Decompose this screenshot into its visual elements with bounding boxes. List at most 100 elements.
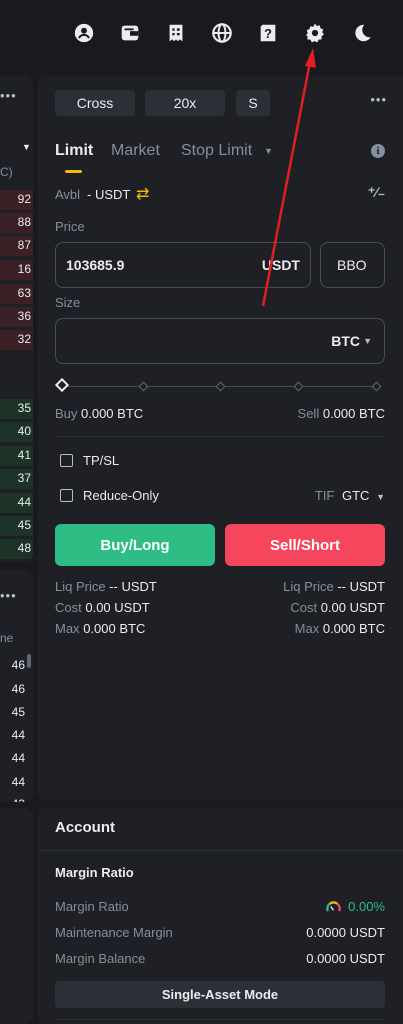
language-icon[interactable] xyxy=(209,20,235,46)
left-bottom-panel xyxy=(0,808,33,1024)
ask-row[interactable]: 87 xyxy=(0,236,33,256)
buy-cost: Cost 0.00 USDT xyxy=(55,600,150,615)
reduce-only-label[interactable]: Reduce-Only xyxy=(83,488,159,503)
sell-max-value: 0.000 BTC xyxy=(322,621,385,636)
trade-row: 46 xyxy=(11,658,25,672)
slider-mark-75[interactable] xyxy=(293,381,304,392)
bid-row[interactable]: 37 xyxy=(0,469,33,489)
bid-row[interactable]: 40 xyxy=(0,422,33,442)
position-mode-button[interactable]: S xyxy=(236,90,270,116)
calculator-icon[interactable]: ⁺∕₋ xyxy=(368,184,385,201)
tif-selector[interactable]: TIF GTC ▼ xyxy=(315,488,385,503)
tab-stop-limit[interactable]: Stop Limit xyxy=(181,142,252,160)
orderbook-menu-button[interactable]: ••• xyxy=(0,88,17,103)
tab-limit[interactable]: Limit xyxy=(55,142,93,160)
slider-mark-100[interactable] xyxy=(371,381,382,392)
size-slider[interactable] xyxy=(54,377,385,394)
slider-mark-25[interactable] xyxy=(138,381,149,392)
size-unit[interactable]: BTC xyxy=(331,333,360,349)
size-unit-chevron-down-icon[interactable]: ▼ xyxy=(363,336,372,346)
reduce-only-checkbox[interactable] xyxy=(60,489,73,502)
help-icon[interactable]: ? xyxy=(255,20,281,46)
account-icon[interactable] xyxy=(71,20,97,46)
sell-max: Max 0.000 BTC xyxy=(295,621,385,636)
price-value: 103685.9 xyxy=(66,257,125,273)
sell-short-button[interactable]: Sell/Short xyxy=(225,524,385,566)
trades-menu-button[interactable]: ••• xyxy=(0,588,17,603)
sell-amount-label: Sell xyxy=(297,406,320,421)
sell-max-label: Max xyxy=(294,621,320,636)
price-label: Price xyxy=(55,219,85,234)
settings-icon[interactable] xyxy=(302,20,328,46)
margin-ratio-section-title: Margin Ratio xyxy=(55,865,134,880)
sell-cost-value: 0.00 USDT xyxy=(320,600,385,615)
size-input[interactable]: BTC ▼ xyxy=(55,318,385,364)
trade-row: 44 xyxy=(11,728,25,742)
avbl-label: Avbl xyxy=(55,187,81,202)
buy-max-value: 0.000 BTC xyxy=(83,621,146,636)
slider-mark-50[interactable] xyxy=(215,381,226,392)
bid-row[interactable]: 45 xyxy=(0,516,33,536)
form-divider xyxy=(55,436,385,437)
margin-mode-button[interactable]: Cross xyxy=(55,90,135,116)
avbl-value: - USDT xyxy=(87,187,131,202)
sell-amount-value: 0.000 BTC xyxy=(322,406,385,421)
tab-limit-underline xyxy=(65,170,82,173)
sell-liq-price: Liq Price -- USDT xyxy=(283,579,385,594)
account-divider xyxy=(38,850,403,851)
ask-row[interactable]: 63 xyxy=(0,284,33,304)
ask-row[interactable]: 32 xyxy=(0,330,33,350)
account-bottom-divider xyxy=(55,1019,385,1020)
orderbook-column-header: C) xyxy=(0,165,13,179)
trades-panel: ••• ne 46 46 45 44 44 44 43 xyxy=(0,570,33,802)
ask-row[interactable]: 88 xyxy=(0,213,33,233)
bid-row[interactable]: 41 xyxy=(0,446,33,466)
buy-liq-price-value: -- USDT xyxy=(109,579,157,594)
tpsl-label[interactable]: TP/SL xyxy=(83,453,119,468)
trade-row: 44 xyxy=(11,751,25,765)
price-unit: USDT xyxy=(261,257,300,273)
buy-cost-label: Cost xyxy=(55,600,82,615)
single-asset-mode-button[interactable]: Single-Asset Mode xyxy=(55,981,385,1008)
bbo-button[interactable]: BBO xyxy=(320,242,385,288)
trade-row: 46 xyxy=(11,682,25,696)
trade-row: 45 xyxy=(11,705,25,719)
transfer-icon[interactable]: ⇄ xyxy=(136,184,149,204)
bid-row[interactable]: 44 xyxy=(0,493,33,513)
buy-max: Max 0.000 BTC xyxy=(55,621,145,636)
ask-row[interactable]: 36 xyxy=(0,307,33,327)
info-icon[interactable]: i xyxy=(371,144,385,158)
slider-handle[interactable] xyxy=(54,377,70,393)
theme-icon[interactable] xyxy=(349,20,375,46)
sell-cost-label: Cost xyxy=(290,600,318,615)
annotation-arrow-head xyxy=(305,48,316,68)
ask-row[interactable]: 16 xyxy=(0,260,33,280)
trade-row: 43 xyxy=(12,798,25,802)
sell-liq-price-value: -- USDT xyxy=(337,579,385,594)
buy-long-button[interactable]: Buy/Long xyxy=(55,524,215,566)
wallet-icon[interactable] xyxy=(117,20,143,46)
bid-row[interactable]: 48 xyxy=(0,539,33,559)
buy-liq-price: Liq Price -- USDT xyxy=(55,579,157,594)
order-form-menu-button[interactable]: ••• xyxy=(370,92,387,107)
orderbook-dropdown-caret[interactable]: ▼ xyxy=(22,142,31,152)
ask-row[interactable]: 92 xyxy=(0,190,33,210)
tif-value: GTC xyxy=(342,488,370,503)
buy-liq-price-label: Liq Price xyxy=(55,579,106,594)
margin-balance-value: 0.0000 USDT xyxy=(306,951,385,966)
buy-amount-value: 0.000 BTC xyxy=(81,406,144,421)
orders-icon[interactable] xyxy=(163,20,189,46)
margin-balance-label: Margin Balance xyxy=(55,951,146,966)
maintenance-margin-label: Maintenance Margin xyxy=(55,925,173,940)
bid-row[interactable]: 35 xyxy=(0,399,33,419)
trades-scrollbar[interactable] xyxy=(27,654,31,668)
margin-ratio-gauge-icon xyxy=(325,900,341,916)
stop-limit-chevron-down-icon[interactable]: ▼ xyxy=(264,146,273,156)
tab-market[interactable]: Market xyxy=(111,142,160,160)
tpsl-checkbox[interactable] xyxy=(60,454,73,467)
price-input[interactable]: 103685.9 USDT xyxy=(55,242,311,288)
sell-liq-price-label: Liq Price xyxy=(283,579,334,594)
sell-amount-group: Sell 0.000 BTC xyxy=(298,406,385,421)
order-form-panel: Cross 20x S ••• Limit Market Stop Limit … xyxy=(38,76,403,800)
leverage-button[interactable]: 20x xyxy=(145,90,225,116)
